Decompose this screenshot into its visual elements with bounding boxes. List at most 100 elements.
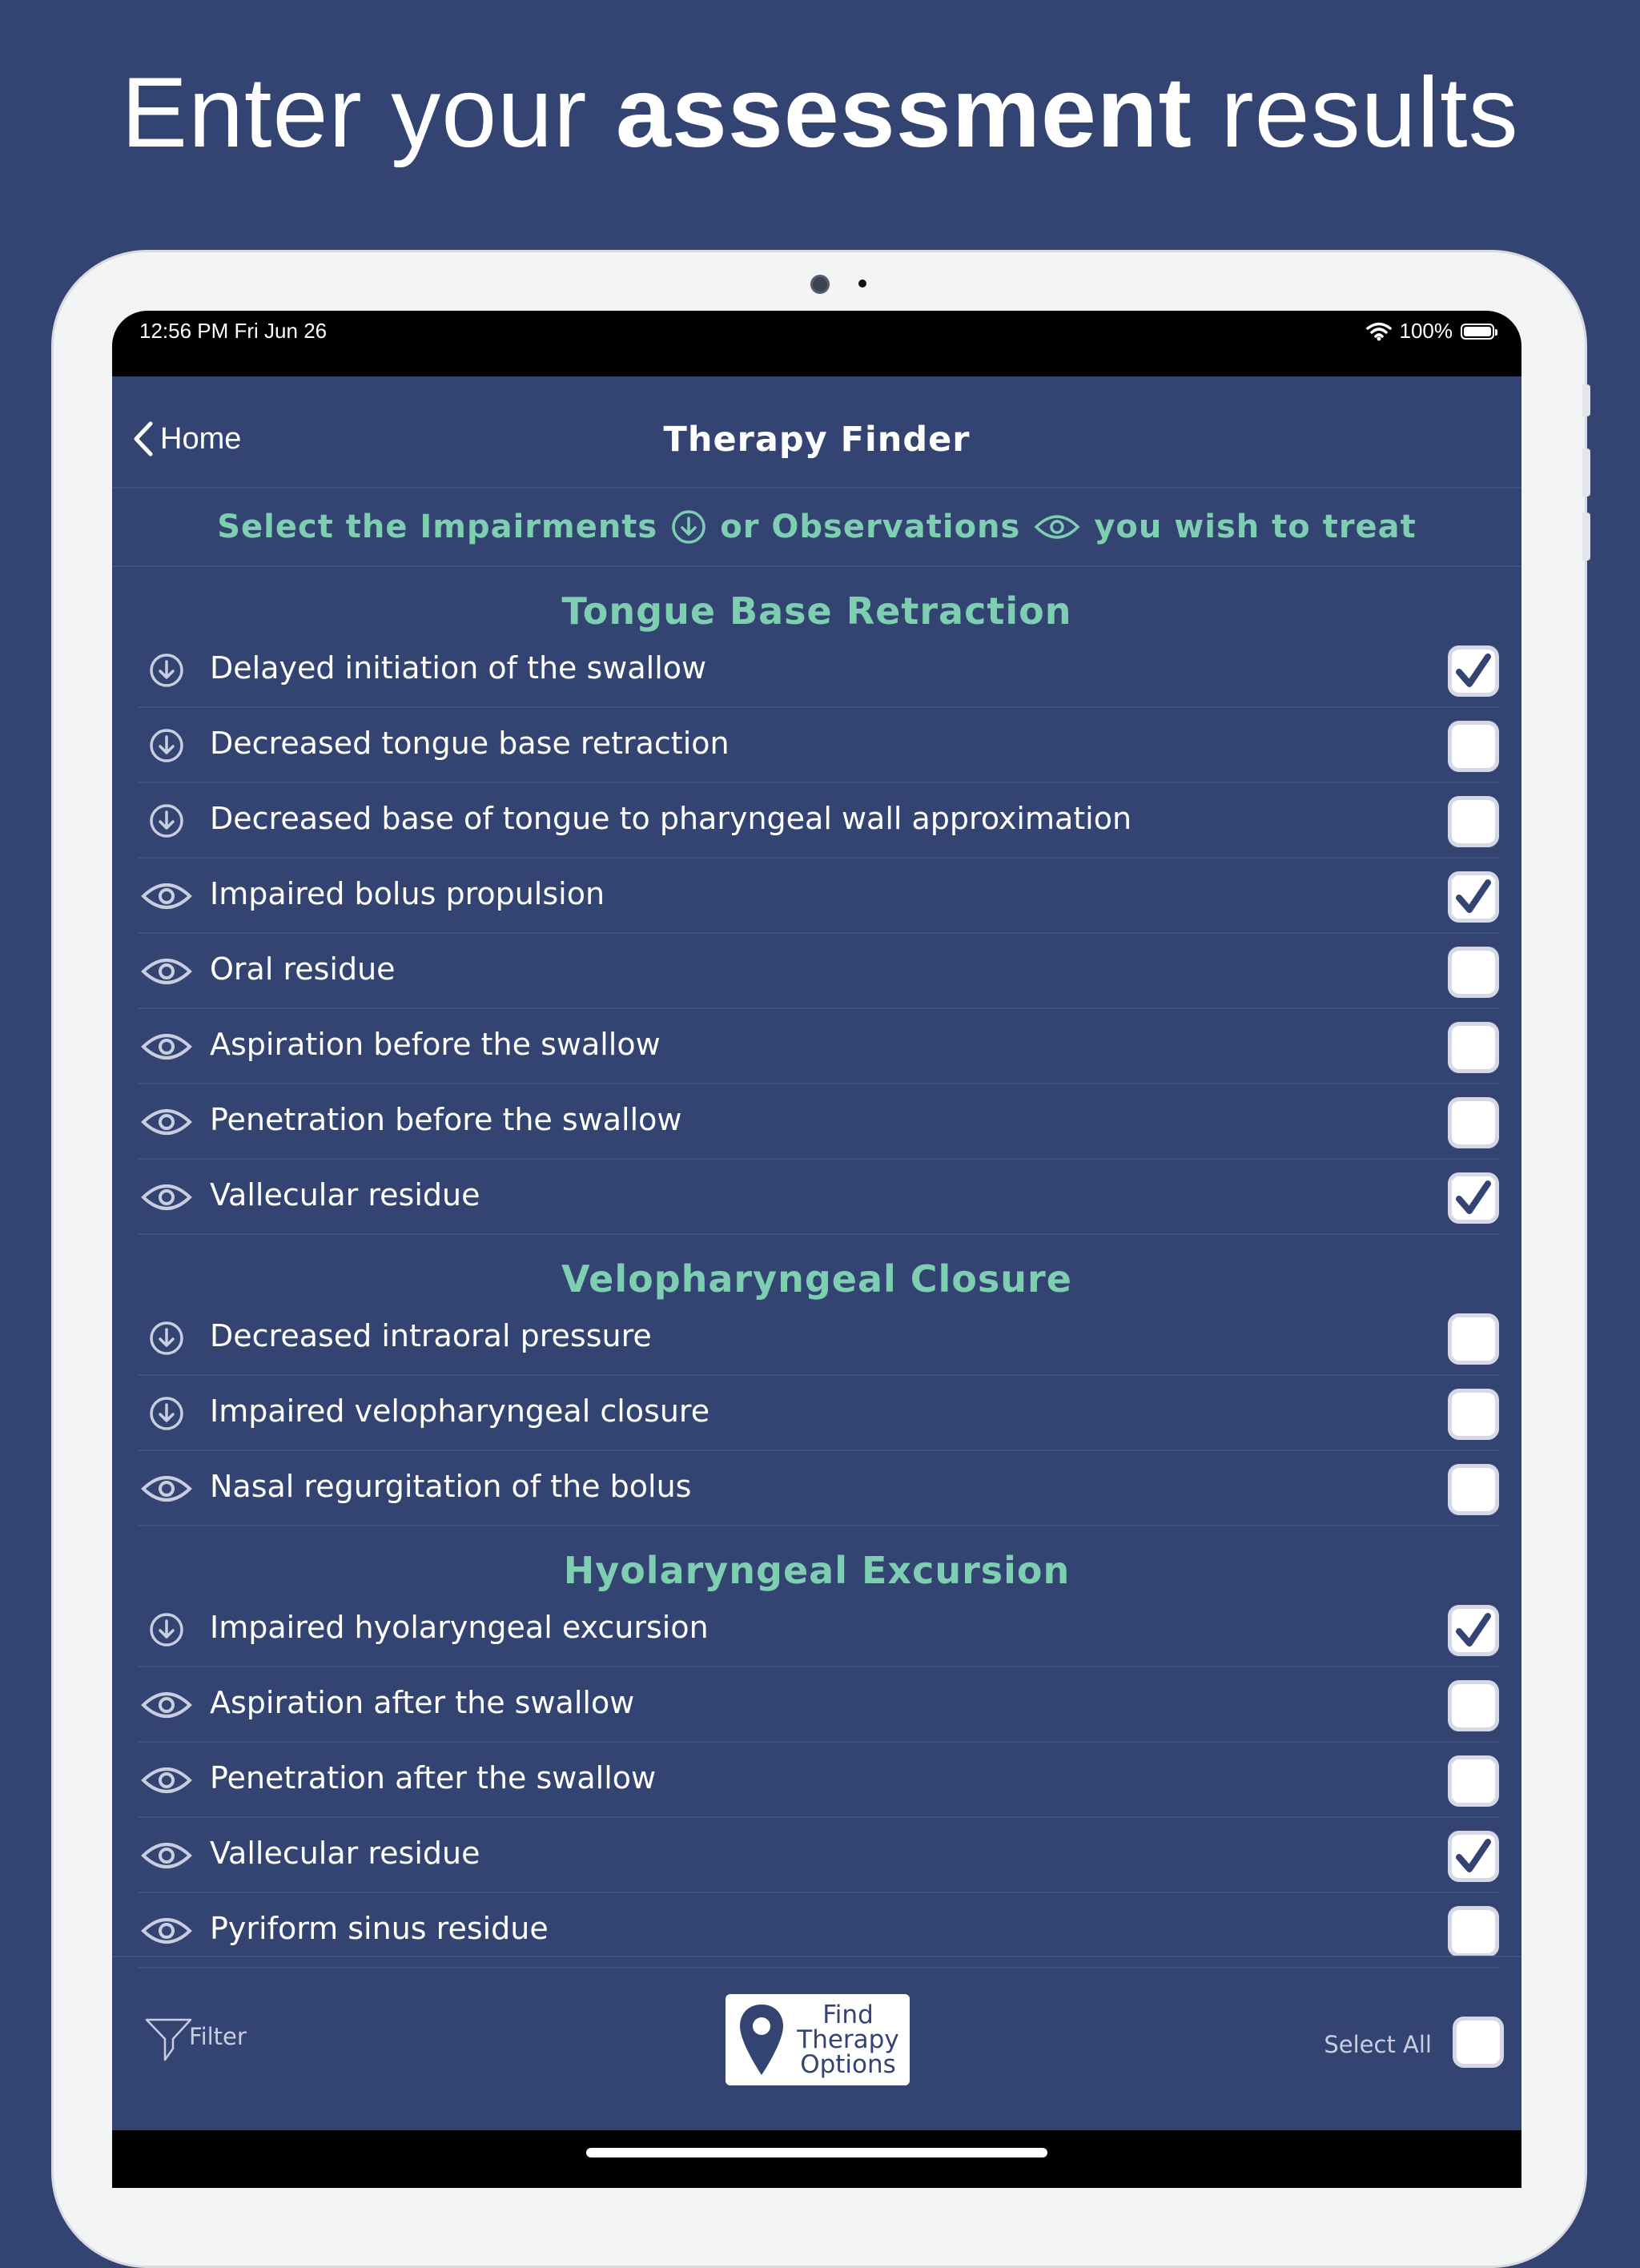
find-label-line-1: Find xyxy=(822,2000,874,2029)
item-label: Decreased intraoral pressure xyxy=(210,1318,652,1353)
device-side-button xyxy=(1582,384,1590,416)
item-label: Decreased base of tongue to pharyngeal w… xyxy=(210,801,1132,836)
status-bar: 12:56 PM Fri Jun 26 100% xyxy=(112,311,1521,376)
impairment-legend-icon xyxy=(670,509,707,545)
list-item[interactable]: Vallecular residue xyxy=(138,1160,1499,1235)
checkmark-icon xyxy=(1456,1839,1491,1872)
item-label: Penetration before the swallow xyxy=(210,1102,682,1137)
item-checkbox[interactable] xyxy=(1448,645,1499,697)
marketing-headline: Enter your assessment results xyxy=(0,56,1640,170)
item-checkbox[interactable] xyxy=(1448,1464,1499,1515)
list-item[interactable]: Oral residue xyxy=(138,934,1499,1009)
down-arrow-circle-icon xyxy=(138,1320,195,1357)
home-indicator[interactable] xyxy=(586,2148,1047,2157)
camera-dot xyxy=(810,275,830,294)
list-item[interactable]: Delayed initiation of the swallow xyxy=(138,633,1499,708)
app-view: Home Therapy Finder Select the Impairmen… xyxy=(112,376,1521,2130)
item-checkbox[interactable] xyxy=(1448,1906,1499,1957)
battery-fill xyxy=(1464,326,1491,336)
find-button-label: Find Therapy Options xyxy=(796,2000,900,2079)
device-screen: 12:56 PM Fri Jun 26 100% Home Therapy Fi… xyxy=(112,311,1521,2188)
status-time: 12:56 PM Fri Jun 26 xyxy=(139,319,328,343)
checkmark-icon xyxy=(1456,1180,1491,1214)
eye-icon xyxy=(138,1179,195,1216)
item-label: Penetration after the swallow xyxy=(210,1760,657,1796)
wifi-icon xyxy=(1365,322,1392,340)
checkmark-icon xyxy=(1456,653,1491,687)
find-therapy-options-button[interactable]: Find Therapy Options xyxy=(726,1994,910,2085)
list-item[interactable]: Nasal regurgitation of the bolus xyxy=(138,1451,1499,1526)
list-item[interactable]: Penetration after the swallow xyxy=(138,1743,1499,1818)
navigation-bar: Home Therapy Finder xyxy=(112,376,1521,489)
eye-icon xyxy=(138,1762,195,1799)
eye-icon xyxy=(138,878,195,915)
list-item[interactable]: Aspiration after the swallow xyxy=(138,1667,1499,1743)
item-label: Nasal regurgitation of the bolus xyxy=(210,1469,692,1504)
item-label: Aspiration before the swallow xyxy=(210,1027,661,1062)
item-checkbox[interactable] xyxy=(1448,1831,1499,1882)
list-item[interactable]: Impaired bolus propulsion xyxy=(138,859,1499,934)
headline-text-bold: assessment xyxy=(615,58,1192,168)
item-label: Delayed initiation of the swallow xyxy=(210,650,707,686)
list-item[interactable]: Penetration before the swallow xyxy=(138,1084,1499,1160)
find-label-line-3: Options xyxy=(800,2049,896,2079)
list-item[interactable]: Impaired hyolaryngeal excursion xyxy=(138,1592,1499,1667)
home-indicator-area xyxy=(112,2130,1521,2188)
instruction-banner: Select the Impairments or Observations y… xyxy=(112,489,1521,567)
item-checkbox[interactable] xyxy=(1448,1755,1499,1807)
battery-icon xyxy=(1461,323,1497,340)
item-checkbox[interactable] xyxy=(1448,796,1499,847)
down-arrow-circle-icon xyxy=(138,727,195,764)
checkmark-icon xyxy=(1456,879,1491,913)
checkmark-icon xyxy=(1456,1613,1491,1647)
item-checkbox[interactable] xyxy=(1448,1097,1499,1148)
section-header-velopharyngeal-closure: Velopharyngeal Closure xyxy=(561,1257,1072,1301)
instruction-text-3: you wish to treat xyxy=(1094,509,1417,545)
status-right: 100% xyxy=(1365,319,1497,344)
item-checkbox[interactable] xyxy=(1448,721,1499,772)
item-checkbox[interactable] xyxy=(1448,1313,1499,1365)
item-label: Oral residue xyxy=(210,951,396,987)
down-arrow-circle-icon xyxy=(138,652,195,689)
list-item[interactable]: Vallecular residue xyxy=(138,1818,1499,1893)
filter-button[interactable]: Filter xyxy=(144,2017,247,2063)
battery-percent: 100% xyxy=(1399,319,1453,343)
down-arrow-circle-icon xyxy=(138,1611,195,1648)
down-arrow-circle-icon xyxy=(138,1395,195,1432)
list-item[interactable]: Decreased intraoral pressure xyxy=(138,1301,1499,1376)
section-header-tongue-base-retraction: Tongue Base Retraction xyxy=(561,589,1072,633)
item-checkbox[interactable] xyxy=(1448,1022,1499,1073)
down-arrow-circle-icon xyxy=(138,802,195,839)
eye-icon xyxy=(138,953,195,990)
item-checkbox[interactable] xyxy=(1448,1172,1499,1224)
list-item[interactable]: Impaired velopharyngeal closure xyxy=(138,1376,1499,1451)
select-all-checkbox[interactable] xyxy=(1453,2017,1504,2068)
headline-text-post: results xyxy=(1192,58,1519,168)
item-checkbox[interactable] xyxy=(1448,947,1499,998)
headline-text-pre: Enter your xyxy=(121,58,616,168)
item-checkbox[interactable] xyxy=(1448,871,1499,923)
item-checkbox[interactable] xyxy=(1448,1389,1499,1440)
instruction-text-2: or Observations xyxy=(720,509,1021,545)
select-all-label: Select All xyxy=(1324,2031,1432,2058)
device-volume-up xyxy=(1582,448,1590,497)
eye-icon xyxy=(138,1028,195,1065)
filter-label: Filter xyxy=(189,2023,247,2050)
item-label: Pyriform sinus residue xyxy=(210,1911,549,1946)
list-item[interactable]: Decreased base of tongue to pharyngeal w… xyxy=(138,783,1499,859)
page-title: Therapy Finder xyxy=(663,420,971,460)
map-pin-icon xyxy=(740,2005,783,2075)
item-label: Vallecular residue xyxy=(210,1836,480,1871)
item-label: Aspiration after the swallow xyxy=(210,1685,635,1720)
eye-icon xyxy=(138,1104,195,1140)
item-label: Vallecular residue xyxy=(210,1177,480,1212)
assessment-list: Tongue Base Retraction Delayed initiation… xyxy=(112,567,1521,1968)
item-checkbox[interactable] xyxy=(1448,1605,1499,1656)
list-item[interactable]: Aspiration before the swallow xyxy=(138,1009,1499,1084)
item-label: Impaired velopharyngeal closure xyxy=(210,1393,710,1429)
sensor-dot xyxy=(858,279,866,288)
observation-legend-icon xyxy=(1033,511,1081,543)
item-checkbox[interactable] xyxy=(1448,1680,1499,1731)
eye-icon xyxy=(138,1470,195,1507)
list-item[interactable]: Decreased tongue base retraction xyxy=(138,708,1499,783)
